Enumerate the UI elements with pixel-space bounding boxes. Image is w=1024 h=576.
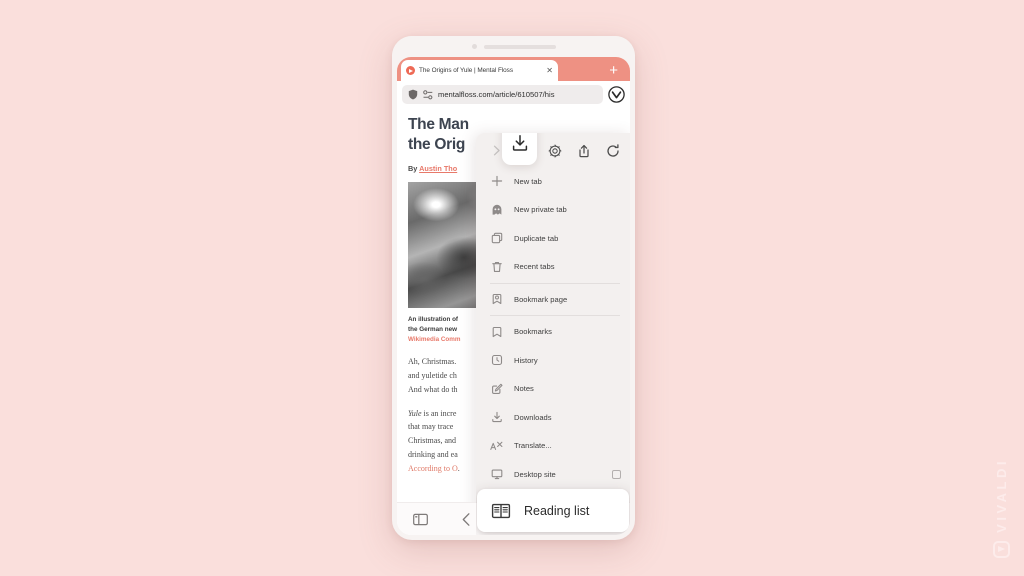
- vivaldi-watermark: VIVALDI: [993, 458, 1010, 558]
- menu-item-label: Bookmark page: [514, 294, 568, 304]
- menu-item-label: Notes: [514, 384, 534, 394]
- caption-line-1: An illustration of: [408, 315, 459, 323]
- menu-item-label: New tab: [514, 176, 542, 186]
- bookmark-icon: [490, 325, 503, 338]
- vivaldi-watermark-text: VIVALDI: [994, 458, 1009, 533]
- reading-list-label: Reading list: [524, 503, 590, 518]
- trash-icon: [490, 260, 503, 273]
- back-button[interactable]: [457, 509, 477, 529]
- byline-prefix: By: [408, 163, 420, 173]
- menu-divider: [490, 315, 620, 316]
- desktop-site-checkbox[interactable]: [612, 469, 621, 479]
- menu-item-label: Translate...: [514, 441, 552, 451]
- menu-item-recent-tabs[interactable]: Recent tabs: [476, 253, 630, 282]
- tab-title: The Origins of Yule | Mental Floss: [419, 67, 513, 74]
- gear-icon[interactable]: [546, 142, 563, 159]
- ghost-icon: [490, 203, 503, 216]
- para2-line-3: Christmas, and: [408, 436, 456, 446]
- para1-line-2: and yuletide ch: [408, 371, 457, 381]
- copy-icon: [490, 232, 503, 245]
- menu-item-new-tab[interactable]: New tab: [476, 167, 630, 196]
- translate-icon: [490, 439, 503, 452]
- reading-list-icon: [491, 501, 511, 521]
- vivaldi-badge-icon[interactable]: [608, 86, 625, 103]
- para1-line-3: And what do th: [408, 384, 458, 394]
- menu-item-reading-list-highlighted[interactable]: Reading list: [477, 489, 629, 532]
- speaker-grille: [483, 44, 556, 49]
- desktop-icon: [490, 468, 503, 481]
- caption-line-2: the German new: [408, 326, 457, 334]
- menu-item-label: New private tab: [514, 205, 567, 215]
- caption-credit-link[interactable]: Wikimedia Comm: [408, 336, 460, 343]
- menu-item-label: Desktop site: [514, 469, 556, 479]
- menu-quick-toolbar: [476, 133, 630, 167]
- shield-icon: [408, 89, 418, 100]
- vivaldi-logo-icon: [993, 541, 1010, 558]
- menu-item-bookmarks[interactable]: Bookmarks: [476, 318, 630, 347]
- vivaldi-favicon-icon: [406, 66, 415, 75]
- plus-icon: [490, 175, 503, 188]
- menu-item-label: Duplicate tab: [514, 233, 559, 243]
- menu-item-bookmark-page[interactable]: Bookmark page: [476, 285, 630, 314]
- byline-author-link[interactable]: Austin Tho: [419, 164, 457, 173]
- menu-item-new-private-tab[interactable]: New private tab: [476, 196, 630, 225]
- phone-top-bezel: [392, 36, 635, 57]
- camera-icon: [471, 44, 477, 49]
- para2-line-2: that may trace: [408, 422, 454, 432]
- browser-tab[interactable]: The Origins of Yule | Mental Floss ✕: [401, 60, 558, 81]
- url-text: mentalfloss.com/article/610507/his: [438, 90, 555, 99]
- browser-main-menu: New tab New private tab Duplicate tab Re…: [476, 133, 630, 535]
- para2-line-4: drinking and ea: [408, 449, 458, 459]
- menu-item-label: Bookmarks: [514, 327, 552, 337]
- para2-line-1: is an incre: [421, 408, 457, 418]
- menu-item-translate[interactable]: Translate...: [476, 432, 630, 461]
- tracker-blocker-icon: [423, 89, 433, 100]
- menu-item-label: History: [514, 355, 538, 365]
- address-bar[interactable]: mentalfloss.com/article/610507/his: [402, 85, 603, 104]
- menu-item-label: Downloads: [514, 412, 552, 422]
- clock-icon: [490, 354, 503, 367]
- menu-divider: [490, 282, 620, 284]
- para2-link[interactable]: According to O: [408, 464, 458, 473]
- panel-toggle-button[interactable]: [410, 509, 430, 529]
- menu-item-label: Recent tabs: [514, 262, 555, 272]
- menu-item-downloads[interactable]: Downloads: [476, 403, 630, 432]
- para2-line-5-rest: .: [457, 463, 460, 473]
- menu-item-desktop-site[interactable]: Desktop site: [476, 460, 630, 489]
- share-icon[interactable]: [575, 142, 592, 159]
- close-icon[interactable]: ✕: [546, 66, 553, 75]
- menu-item-list: New tab New private tab Duplicate tab Re…: [476, 167, 630, 489]
- browser-tabstrip: The Origins of Yule | Mental Floss ✕ +: [397, 57, 630, 81]
- download-icon: [490, 411, 503, 424]
- bookmark-add-icon: [490, 293, 503, 306]
- note-edit-icon: [490, 382, 503, 395]
- address-bar-row: mentalfloss.com/article/610507/his: [397, 81, 630, 109]
- menu-item-duplicate-tab[interactable]: Duplicate tab: [476, 224, 630, 253]
- para1-line-1: Ah, Christmas.: [408, 357, 457, 367]
- menu-item-notes[interactable]: Notes: [476, 375, 630, 404]
- phone-screen: The Origins of Yule | Mental Floss ✕ + m…: [397, 57, 630, 535]
- phone-mockup: The Origins of Yule | Mental Floss ✕ + m…: [392, 36, 635, 540]
- reload-icon[interactable]: [604, 142, 621, 159]
- download-page-button[interactable]: [502, 133, 537, 165]
- menu-item-history[interactable]: History: [476, 346, 630, 375]
- new-tab-button[interactable]: +: [609, 63, 618, 78]
- para2-emphasis: Yule: [408, 408, 422, 418]
